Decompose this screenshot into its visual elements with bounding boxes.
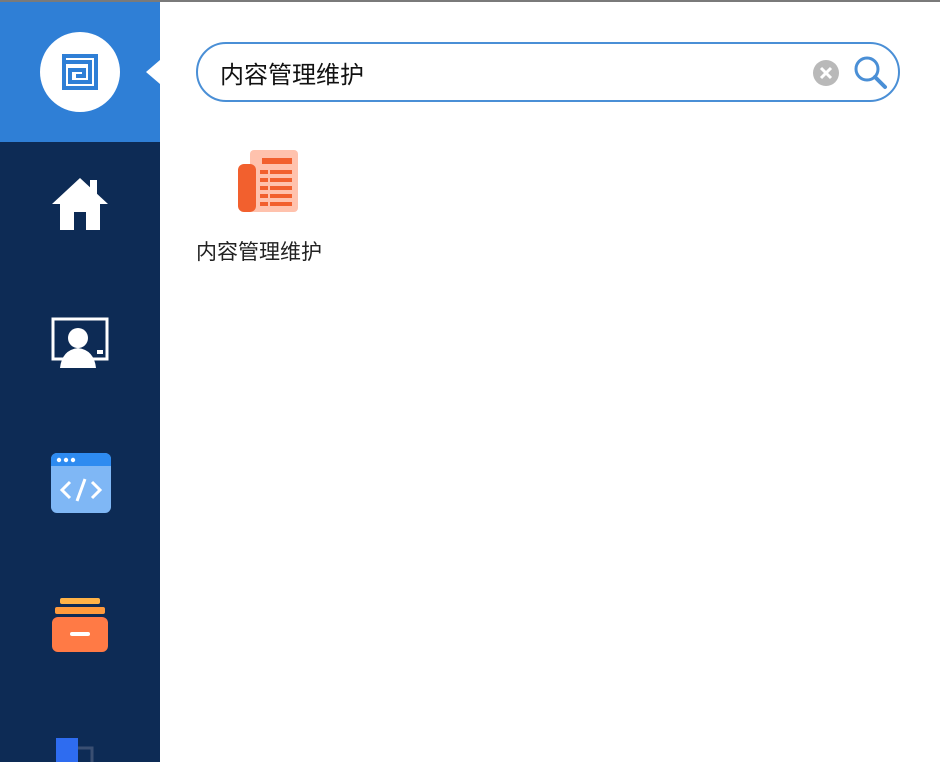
code-window-icon <box>51 453 111 513</box>
home-icon <box>52 178 108 230</box>
archive-box-icon <box>52 598 108 652</box>
search-icon <box>854 56 887 89</box>
search-input[interactable] <box>220 54 810 90</box>
app-logo-icon <box>62 54 98 90</box>
search-result-item[interactable]: 内容管理维护 <box>190 140 350 270</box>
search-result-label: 内容管理维护 <box>196 240 322 264</box>
sidebar-item-users[interactable] <box>0 272 160 402</box>
clear-search-button[interactable] <box>812 59 840 87</box>
blocks-icon <box>56 738 94 762</box>
sidebar-header <box>0 2 160 142</box>
sidebar-item-development[interactable] <box>0 402 160 532</box>
sidebar <box>0 2 160 762</box>
sidebar-item-blocks[interactable] <box>0 662 160 762</box>
monitor-user-icon <box>51 317 109 368</box>
sidebar-item-home[interactable] <box>0 142 160 272</box>
search-bar <box>196 42 900 102</box>
app-logo[interactable] <box>40 32 120 112</box>
search-button[interactable] <box>852 54 888 90</box>
newspaper-icon <box>238 150 298 212</box>
clear-icon <box>813 60 839 86</box>
sidebar-item-archive[interactable] <box>0 532 160 662</box>
active-pointer <box>146 60 160 84</box>
